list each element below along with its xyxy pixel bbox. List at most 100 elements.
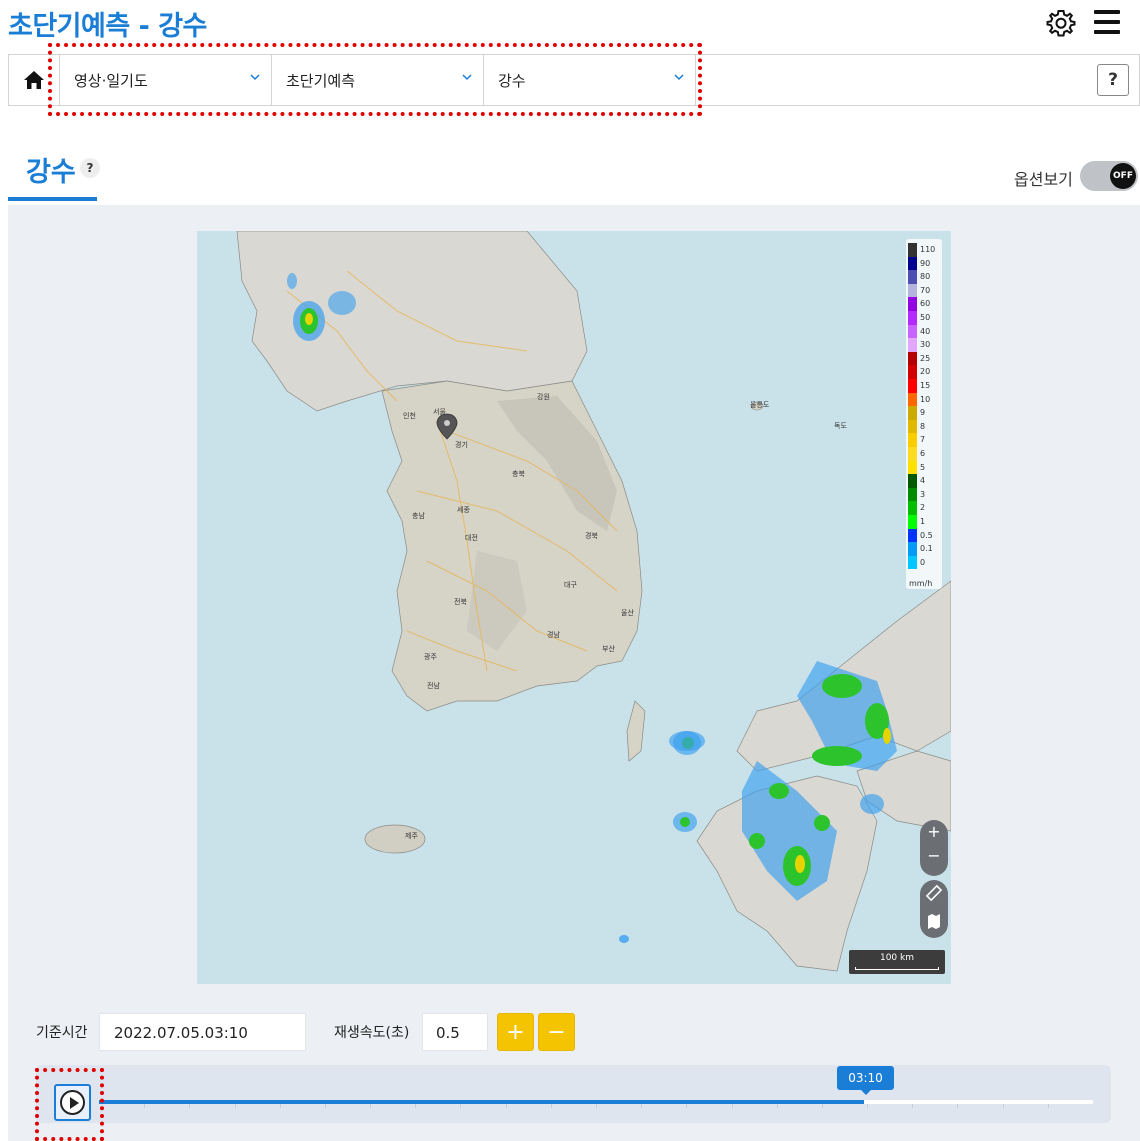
timeline-tick	[324, 1104, 326, 1108]
legend-swatch	[908, 379, 917, 393]
legend-entry: 80	[908, 270, 942, 284]
timeline-tick	[1047, 1104, 1049, 1108]
legend-swatch	[908, 392, 917, 407]
legend-entry: 1	[908, 515, 942, 529]
map-label-jeonnam: 전남	[427, 682, 440, 690]
option-view-toggle[interactable]: OFF	[1080, 161, 1138, 191]
legend-swatch	[908, 528, 917, 543]
timeline-bar	[36, 1065, 1111, 1123]
hamburger-menu-icon[interactable]	[1094, 10, 1120, 34]
legend-value: 6	[920, 449, 926, 458]
timeline-tick	[957, 1104, 959, 1108]
base-time-label: 기준시간	[36, 1025, 88, 1041]
zoom-control[interactable]: + −	[920, 820, 948, 876]
legend-swatch	[908, 351, 917, 366]
map-label-daejeon: 대전	[465, 534, 478, 542]
help-icon[interactable]: ?	[80, 158, 100, 178]
legend-swatch	[908, 447, 917, 461]
speed-decrease-button[interactable]: −	[538, 1013, 575, 1051]
chevron-down-icon	[250, 74, 260, 81]
legend-entry: 9	[908, 406, 942, 420]
gear-icon[interactable]	[1046, 8, 1076, 38]
legend-entry: 90	[908, 256, 942, 271]
legend-value: 15	[920, 381, 931, 390]
legend-value: 25	[920, 353, 931, 363]
map-scale-bar: 100 km	[849, 950, 945, 974]
breadcrumb-dropdown-element[interactable]: 강수	[484, 55, 696, 105]
map-layer-icon[interactable]	[928, 914, 940, 929]
breadcrumb-label: 초단기예측	[286, 72, 356, 90]
legend-swatch	[908, 338, 917, 352]
home-button[interactable]	[9, 55, 60, 105]
timeline-tick	[189, 1104, 191, 1108]
zoom-out-button[interactable]: −	[920, 844, 948, 868]
map-label-gyeongbuk: 경북	[585, 532, 598, 540]
legend-value: 0.5	[920, 530, 933, 540]
scale-label: 100 km	[879, 953, 915, 963]
timeline-tick	[686, 1104, 688, 1108]
legend-entry: 10	[908, 392, 942, 407]
legend-value: 80	[920, 272, 931, 282]
play-icon	[60, 1090, 85, 1115]
breadcrumb-dropdown-subcategory[interactable]: 초단기예측	[272, 55, 484, 105]
legend-swatch	[908, 365, 917, 379]
legend-value: 90	[920, 258, 931, 268]
map-label-incheon: 인천	[403, 412, 416, 420]
legend-value: 110	[920, 245, 936, 254]
legend-swatch	[908, 460, 917, 475]
timeline-current-time[interactable]: 03:10	[837, 1066, 894, 1095]
legend-entry: 30	[908, 338, 942, 352]
legend-entry: 0.5	[908, 528, 942, 543]
legend-swatch	[908, 297, 917, 311]
legend-entry: 2	[908, 501, 942, 515]
legend-swatch	[908, 555, 917, 570]
legend-value: 2	[920, 503, 926, 513]
legend-entry: 0	[908, 555, 942, 570]
map-label-chungnam: 충남	[412, 512, 425, 520]
timeline-tick	[867, 1104, 869, 1108]
breadcrumb-label: 강수	[498, 72, 526, 90]
legend-swatch	[908, 515, 917, 529]
map-label-jeonbuk: 전북	[454, 598, 467, 606]
legend-entry: 0.1	[908, 542, 942, 556]
legend-swatch	[908, 406, 917, 420]
help-button[interactable]: ?	[1097, 64, 1129, 96]
legend-entry: 25	[908, 351, 942, 366]
ruler-icon[interactable]	[925, 884, 943, 902]
page-title: 초단기예측 - 강수	[8, 11, 207, 42]
speed-increase-button[interactable]: +	[497, 1013, 534, 1051]
play-button[interactable]	[54, 1084, 91, 1121]
legend-swatch	[908, 270, 917, 284]
radar-map[interactable]: 서울 인천 경기 강원 충북 충남 세종 대전 경북 대구 전북 광주 전남 경…	[197, 231, 951, 984]
map-label-jeju: 제주	[405, 832, 418, 840]
legend-swatch	[908, 542, 917, 556]
legend-entry: 70	[908, 283, 942, 298]
map-label-ulsan: 울산	[621, 609, 634, 617]
option-view-label: 옵션보기	[1014, 170, 1073, 189]
chevron-down-icon	[674, 74, 684, 81]
play-speed-field[interactable]: 0.5	[422, 1013, 488, 1051]
timeline-tick	[234, 1104, 236, 1108]
legend-entry: 3	[908, 487, 942, 502]
map-label-busan: 부산	[602, 645, 615, 653]
timeline-tick	[144, 1104, 146, 1108]
legend-swatch	[908, 433, 917, 447]
legend-entry: 6	[908, 447, 942, 461]
map-label-gwangju: 광주	[424, 653, 437, 661]
breadcrumb-dropdown-category[interactable]: 영상·일기도	[60, 55, 272, 105]
legend-value: 3	[920, 489, 926, 499]
base-time-field[interactable]: 2022.07.05.03:10	[99, 1013, 306, 1051]
zoom-in-button[interactable]: +	[920, 820, 948, 844]
legend-entry: 5	[908, 460, 942, 475]
legend-entry: 7	[908, 433, 942, 447]
map-label-chungbuk: 충북	[512, 470, 525, 478]
legend-value: 4	[920, 476, 926, 486]
map-label-seoul: 서울	[433, 408, 446, 416]
legend-entry: 15	[908, 379, 942, 393]
home-icon	[24, 71, 44, 89]
tab-precipitation[interactable]: 강수 ?	[8, 150, 100, 201]
map-tools	[920, 880, 948, 938]
legend-value: 10	[920, 394, 931, 404]
timeline-tick	[776, 1104, 778, 1108]
timeline-tick	[641, 1104, 643, 1108]
